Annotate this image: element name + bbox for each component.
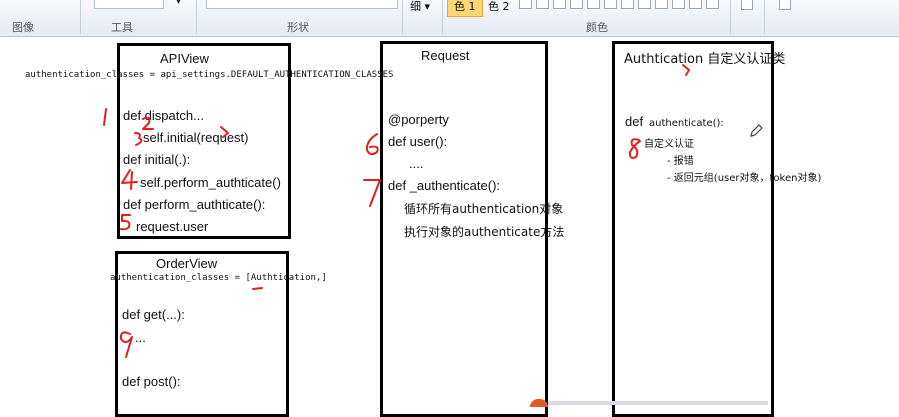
size-label: 细 [410, 0, 421, 13]
color-swatch[interactable] [672, 0, 685, 9]
request-line: .... [409, 156, 424, 171]
authtication-def-keyword: def [625, 114, 644, 129]
apiview-title: APIView [160, 51, 209, 66]
request-line: def _authenticate(): [388, 178, 501, 193]
paint3d-icon[interactable] [779, 0, 791, 10]
color-swatch[interactable] [655, 0, 668, 9]
request-line: @porperty [388, 112, 449, 127]
orderview-title: OrderView [156, 256, 218, 271]
color-swatch[interactable] [570, 0, 583, 9]
color-swatch[interactable] [689, 0, 702, 9]
color-swatch[interactable] [706, 0, 719, 9]
color-swatch[interactable] [621, 0, 634, 9]
color-swatch[interactable] [519, 0, 532, 9]
group-label-image: 图像 [12, 21, 34, 34]
authtication-box [612, 41, 774, 417]
pencil-cursor-icon [750, 124, 763, 137]
apiview-auth-classes: authentication_classes = api_settings.DE… [25, 70, 394, 80]
orderview-line: def post(): [122, 374, 181, 389]
edit-colors-icon[interactable] [741, 0, 753, 10]
drawing-canvas[interactable]: APIView authentication_classes = api_set… [0, 37, 899, 417]
shapes-gallery[interactable] [206, 0, 398, 9]
apiview-line: self.perform_authticate() [140, 175, 281, 190]
request-line: 循环所有authentication对象 [404, 202, 564, 216]
authtication-note: - 报错 [667, 156, 694, 167]
apiview-line: def initial(.): [123, 152, 191, 167]
color-swatch[interactable] [536, 0, 549, 9]
apiview-line: def perform_authticate(): [123, 197, 266, 212]
ribbon-toolbar: ▾ 图像 工具 形状 细 ▾ 色 1 色 2 颜色 [0, 0, 899, 37]
color-swatch[interactable] [553, 0, 566, 9]
color-swatch[interactable] [587, 0, 600, 9]
color-swatch[interactable] [604, 0, 617, 9]
horizontal-scrollbar[interactable] [548, 401, 768, 405]
authtication-note: 自定义认证 [644, 139, 694, 150]
orderview-line: def get(...): [122, 307, 185, 322]
apiview-line: def dispatch... [123, 108, 204, 123]
color2-button[interactable]: 色 2 [482, 0, 516, 16]
color1-button[interactable]: 色 1 [447, 0, 483, 17]
annotation-mark-6 [365, 133, 379, 156]
size-button[interactable]: 细 ▾ [404, 0, 436, 16]
orderview-auth-classes: authentication_classes = [Authtication,] [110, 273, 327, 283]
tools-strip[interactable] [94, 0, 164, 9]
annotation-mark-1 [103, 108, 107, 126]
group-label-shapes: 形状 [287, 21, 309, 34]
authtication-method: authenticate(): [649, 118, 724, 129]
group-label-tools: 工具 [111, 21, 133, 34]
request-title: Request [421, 48, 470, 63]
authtication-note: - 返回元组(user对象，token对象) [667, 173, 822, 184]
cursor-marker [530, 399, 548, 407]
request-line: def user(): [388, 134, 448, 149]
group-label-colors: 颜色 [586, 21, 608, 34]
apiview-line: self.initial(request) [143, 130, 249, 145]
annotation-mark-7 [363, 179, 381, 207]
dropdown-arrow-icon[interactable]: ▾ [176, 0, 181, 7]
apiview-line: request.user [136, 219, 209, 234]
request-line: 执行对象的authenticate方法 [404, 225, 565, 239]
authtication-title: Authtication 自定义认证类 [624, 52, 786, 67]
color-swatch[interactable] [638, 0, 651, 9]
orderview-line: ... [135, 330, 146, 345]
